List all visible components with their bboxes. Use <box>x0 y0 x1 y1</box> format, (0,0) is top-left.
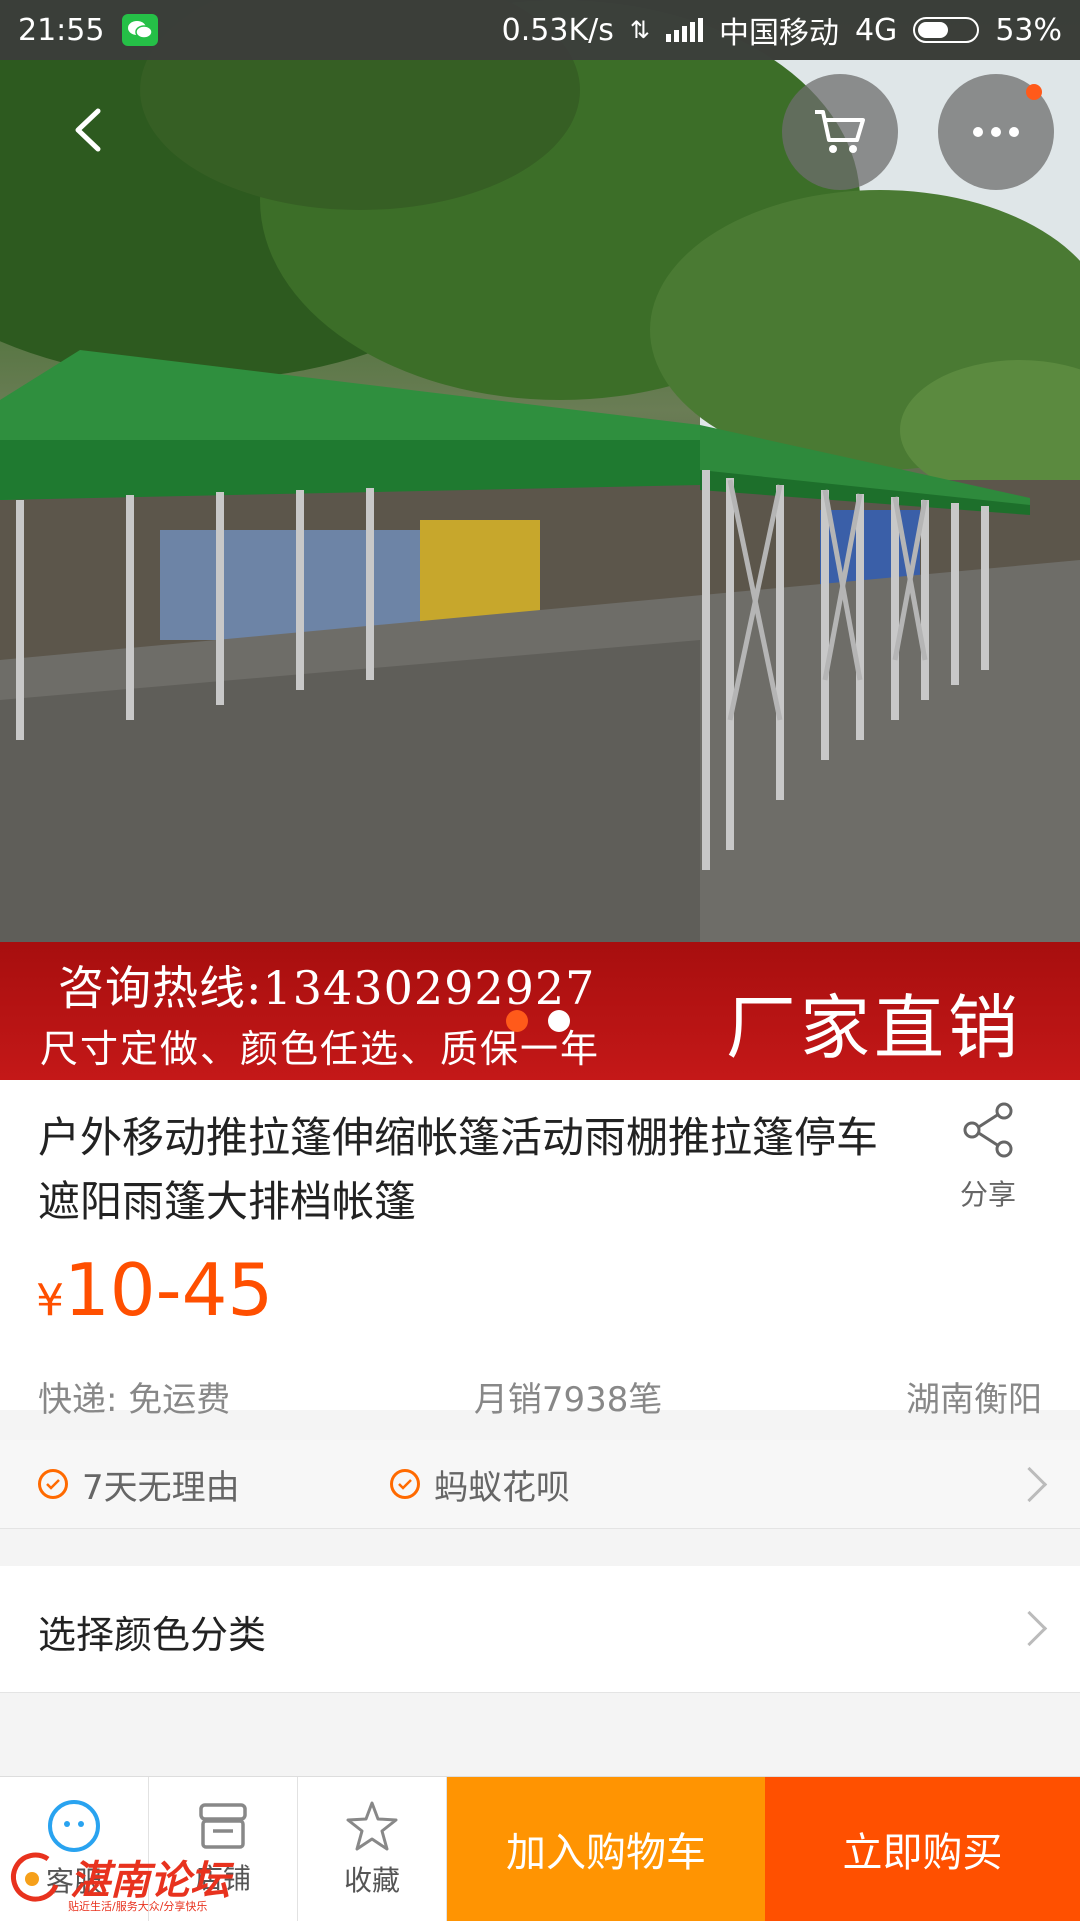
star-icon <box>346 1801 398 1851</box>
chevron-right-icon <box>1011 1610 1048 1647</box>
currency-symbol: ¥ <box>36 1275 64 1326</box>
cart-icon <box>815 110 865 153</box>
notification-dot <box>1026 84 1042 100</box>
select-color-row[interactable]: 选择颜色分类 <box>0 1566 1080 1693</box>
monthly-sales: 月销7938笔 <box>473 1380 663 1420</box>
forum-watermark: 湛南论坛 贴近生活/服务大众/分享快乐 <box>8 1848 230 1913</box>
banner-highlight: 厂家直销 <box>726 987 1022 1069</box>
price-amount: 10-45 <box>64 1248 274 1332</box>
ship-location: 湖南衡阳 <box>905 1380 1042 1420</box>
data-transfer-icon: ⇅ <box>629 16 650 44</box>
product-photo-tent <box>0 0 1080 942</box>
watermark-tagline: 贴近生活/服务大众/分享快乐 <box>68 1900 208 1913</box>
banner-hotline: 咨询热线:13430292927 <box>58 961 596 1015</box>
more-button[interactable] <box>938 74 1054 190</box>
product-meta-row: 快递: 免运费 月销7938笔 湖南衡阳 <box>38 1372 1042 1421</box>
network-speed: 0.53K/s <box>501 12 614 48</box>
back-button[interactable] <box>58 100 118 160</box>
buy-now-button[interactable]: 立即购买 <box>765 1777 1080 1921</box>
signal-icon <box>665 18 703 42</box>
back-arrow-icon <box>75 108 101 152</box>
pager-dot-active <box>506 1010 528 1032</box>
guarantee-label: 7天无理由 <box>82 1467 240 1508</box>
forum-logo-icon <box>11 1852 59 1902</box>
pager-dot <box>548 1010 570 1032</box>
share-icon <box>963 1102 1013 1158</box>
guarantee-item: 蚂蚁花呗 <box>390 1460 570 1509</box>
check-circle-icon <box>38 1469 68 1499</box>
product-info: 户外移动推拉篷伸缩帐篷活动雨棚推拉篷停车遮阳雨篷大排档帐篷 分享 ¥10-45 <box>0 1080 1080 1410</box>
cart-button[interactable] <box>782 74 898 190</box>
network-type: 4G <box>854 12 898 48</box>
favorite-label: 收藏 <box>343 1864 400 1897</box>
guarantee-label: 蚂蚁花呗 <box>434 1467 570 1508</box>
product-title: 户外移动推拉篷伸缩帐篷活动雨棚推拉篷停车遮阳雨篷大排档帐篷 <box>38 1113 879 1226</box>
check-circle-icon <box>390 1469 420 1499</box>
guarantee-item: 7天无理由 <box>38 1460 240 1509</box>
battery-percent: 53% <box>995 12 1062 48</box>
favorite-button[interactable]: 收藏 <box>298 1777 447 1921</box>
guarantee-row[interactable]: 7天无理由 蚂蚁花呗 <box>0 1440 1080 1529</box>
wechat-icon <box>122 14 159 46</box>
select-color-label: 选择颜色分类 <box>38 1613 267 1657</box>
price: ¥10-45 <box>36 1248 273 1332</box>
carrier-name: 中国移动 <box>718 16 839 51</box>
share-label: 分享 <box>959 1178 1016 1211</box>
chevron-right-icon <box>1011 1466 1048 1502</box>
more-icon <box>973 127 1019 137</box>
gallery-pager <box>506 1010 570 1032</box>
product-image-gallery[interactable]: 咨询热线:13430292927 尺寸定做、颜色任选、质保一年 厂家直销 <box>0 0 1080 1080</box>
share-button[interactable]: 分享 <box>948 1102 1028 1213</box>
shipping-info: 快递: 免运费 <box>38 1380 231 1420</box>
add-to-cart-button[interactable]: 加入购物车 <box>447 1777 765 1921</box>
status-bar: 21:55 0.53K/s ⇅ 中国移动 4G 53% <box>0 0 1080 60</box>
customer-service-icon <box>48 1800 100 1852</box>
battery-icon <box>913 17 980 43</box>
status-time: 21:55 <box>18 12 105 48</box>
shop-icon <box>199 1803 247 1849</box>
